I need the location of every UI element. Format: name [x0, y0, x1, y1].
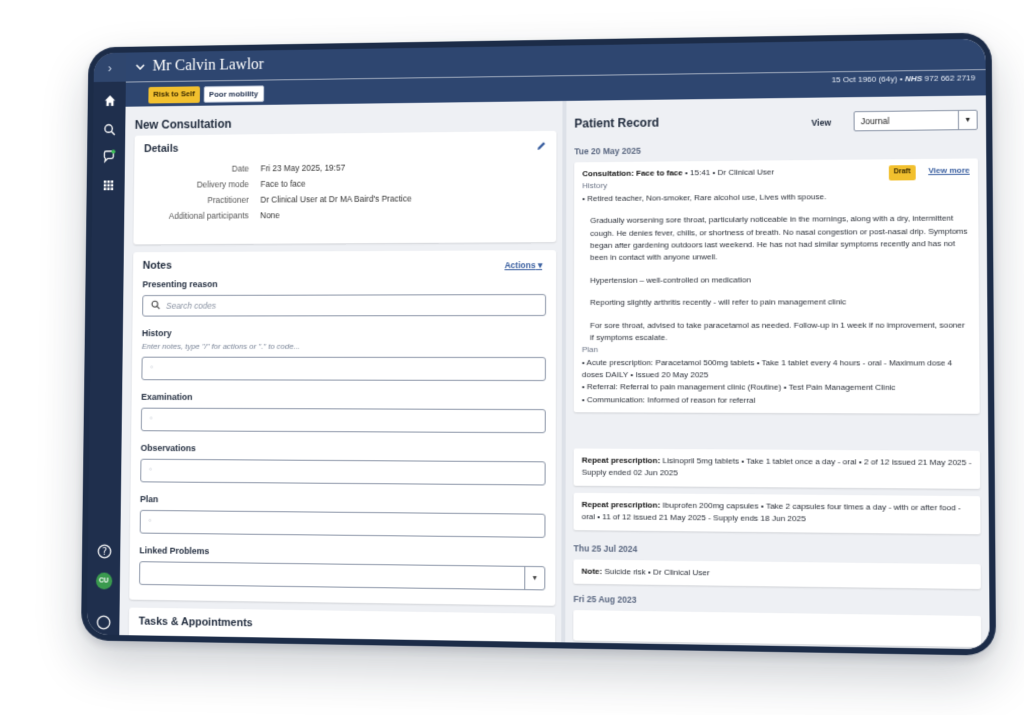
messages-icon[interactable]	[93, 145, 125, 167]
history-note: For sore throat, advised to take paracet…	[582, 319, 971, 344]
journal-date: Tue 20 May 2025	[574, 146, 641, 157]
patient-record-panel: Patient Record View Journal ▼ Tue 20 May…	[565, 95, 989, 649]
history-note: Reporting slightly arthritis recently - …	[582, 296, 971, 309]
detail-row: Date Fri 23 May 2025, 19:57	[144, 161, 547, 175]
detail-value: Face to face	[260, 179, 305, 189]
history-hint: Enter notes, type "/" for actions or "."…	[142, 342, 546, 351]
entry-meta: • 15:41 • Dr Clinical User	[683, 167, 774, 177]
entry-type: Note:	[582, 567, 603, 576]
view-more-link[interactable]: View more	[928, 165, 969, 178]
nhs-label: NHS	[905, 74, 922, 83]
details-heading: Details	[144, 139, 547, 155]
consultation-panel: New Consultation Details Date Fri 23 May…	[119, 101, 562, 642]
view-select[interactable]: Journal ▼	[854, 110, 978, 132]
detail-row: Delivery mode Face to face	[144, 177, 547, 190]
plan-item: • Communication: Informed of reason for …	[582, 394, 971, 408]
examination-label: Examination	[141, 392, 546, 403]
detail-label: Date	[144, 164, 249, 175]
journal-entry[interactable]	[573, 610, 981, 647]
search-icon	[151, 300, 161, 312]
history-note: Hypertension – well-controlled on medica…	[582, 273, 970, 287]
patient-dob: 15 Oct 1960 (64y)	[832, 74, 898, 84]
edit-pencil-icon[interactable]	[537, 141, 547, 154]
plan-item: • Acute prescription: Paracetamol 500mg …	[582, 357, 971, 383]
tasks-card: Tasks & Appointments	[129, 608, 556, 643]
details-card: Details Date Fri 23 May 2025, 19:57 Deli…	[133, 131, 556, 245]
repeat-prescription-entry[interactable]: Repeat prescription: Lisinopril 5mg tabl…	[574, 448, 981, 488]
draft-badge: Draft	[888, 165, 915, 180]
expand-rail-button[interactable]: ›	[94, 53, 126, 82]
patient-name-text: Mr Calvin Lawlor	[152, 56, 263, 75]
nhs-number: 972 662 2719	[925, 73, 976, 83]
consultation-entry[interactable]: Consultation: Face to face • 15:41 • Dr …	[574, 158, 980, 414]
linked-problems-select[interactable]: ▼	[139, 561, 545, 590]
detail-label: Practitioner	[143, 195, 248, 206]
help-icon[interactable]: ?	[88, 540, 121, 562]
view-label: View	[811, 118, 831, 128]
plan-section-label: Plan	[582, 344, 971, 357]
apps-grid-icon[interactable]	[92, 175, 124, 197]
risk-badge[interactable]: Risk to Self	[148, 86, 199, 103]
presenting-reason-label: Presenting reason	[142, 278, 546, 289]
history-input[interactable]: °	[141, 357, 546, 381]
chevron-down-icon[interactable]: ▼	[524, 567, 544, 589]
detail-value: Dr Clinical User at Dr MA Baird's Practi…	[260, 194, 411, 205]
actions-menu-button[interactable]: Actions ▾	[505, 260, 543, 271]
journal-date: Fri 25 Aug 2023	[573, 594, 636, 605]
circle-icon[interactable]	[87, 611, 120, 633]
linked-problems-value	[140, 562, 524, 589]
plan-input[interactable]: °	[140, 510, 546, 538]
chevron-down-icon[interactable]	[135, 58, 145, 76]
detail-row: Additional participants None	[143, 208, 546, 221]
notes-card: Notes Actions ▾ Presenting reason Search…	[129, 250, 556, 606]
detail-value: Fri 23 May 2025, 19:57	[261, 163, 346, 174]
app-screen: › ? CU Mr Calvin Lawlor Risk to Self Poo…	[87, 39, 990, 650]
entry-text: Suicide risk • Dr Clinical User	[602, 567, 710, 577]
field-marker: °	[149, 466, 152, 475]
note-entry[interactable]: Note: Suicide risk • Dr Clinical User	[573, 559, 980, 589]
home-icon[interactable]	[93, 89, 125, 111]
view-select-value: Journal	[855, 115, 958, 126]
journal-date: Thu 25 Jul 2024	[574, 543, 638, 554]
linked-problems-label: Linked Problems	[139, 545, 545, 560]
social-history: • Retired teacher, Non-smoker, Rare alco…	[582, 190, 970, 205]
user-avatar[interactable]: CU	[87, 569, 120, 591]
detail-row: Practitioner Dr Clinical User at Dr MA B…	[143, 192, 546, 205]
search-icon[interactable]	[93, 118, 125, 140]
detail-value: None	[260, 210, 280, 220]
svg-text:?: ?	[102, 546, 107, 557]
record-title: Patient Record	[574, 116, 659, 131]
repeat-prescription-entry[interactable]: Repeat prescription: Ibuprofen 200mg cap…	[574, 493, 981, 534]
patient-name[interactable]: Mr Calvin Lawlor	[135, 56, 264, 75]
entry-type: Repeat prescription:	[582, 500, 661, 510]
patient-demographics: 15 Oct 1960 (64y) • NHS 972 662 2719	[832, 73, 976, 84]
tasks-heading: Tasks & Appointments	[139, 616, 546, 634]
field-marker: °	[150, 415, 153, 424]
chevron-down-icon[interactable]: ▼	[958, 111, 977, 129]
detail-label: Additional participants	[143, 211, 248, 221]
examination-input[interactable]: °	[141, 408, 546, 434]
search-codes-input[interactable]: Search codes	[142, 294, 546, 317]
plan-item: • Referral: Referral to pain management …	[582, 382, 971, 396]
device-frame: › ? CU Mr Calvin Lawlor Risk to Self Poo…	[81, 33, 996, 656]
entry-type: Consultation: Face to face	[582, 168, 682, 178]
page-title: New Consultation	[135, 117, 232, 132]
history-label: History	[142, 328, 546, 338]
field-marker: °	[150, 364, 153, 373]
notes-heading: Notes	[143, 258, 547, 272]
observations-input[interactable]: °	[140, 459, 545, 486]
mobility-badge[interactable]: Poor mobility	[203, 85, 264, 102]
plan-label: Plan	[140, 494, 546, 508]
observations-label: Observations	[141, 443, 546, 455]
field-marker: °	[148, 517, 151, 526]
history-note: Gradually worsening sore throat, particu…	[582, 213, 970, 265]
detail-label: Delivery mode	[144, 179, 249, 190]
entry-type: Repeat prescription:	[582, 456, 661, 466]
actions-label: Actions	[505, 260, 536, 270]
search-placeholder: Search codes	[166, 301, 216, 311]
